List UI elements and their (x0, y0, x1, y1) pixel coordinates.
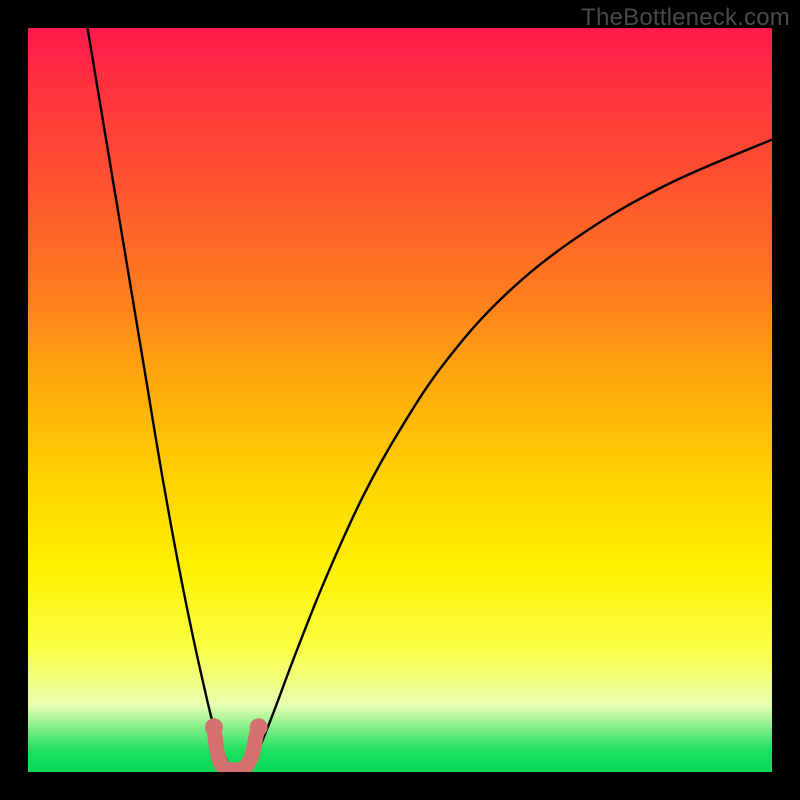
watermark-text: TheBottleneck.com (581, 4, 790, 32)
trough-marker (214, 727, 259, 770)
curve-right-arm (251, 140, 772, 765)
trough-marker-endcap (250, 718, 268, 736)
chart-curves-svg (28, 28, 772, 772)
chart-frame: TheBottleneck.com (0, 0, 800, 800)
chart-plot-area (28, 28, 772, 772)
trough-marker-endcap (205, 718, 223, 736)
curve-left-arm (88, 28, 229, 765)
